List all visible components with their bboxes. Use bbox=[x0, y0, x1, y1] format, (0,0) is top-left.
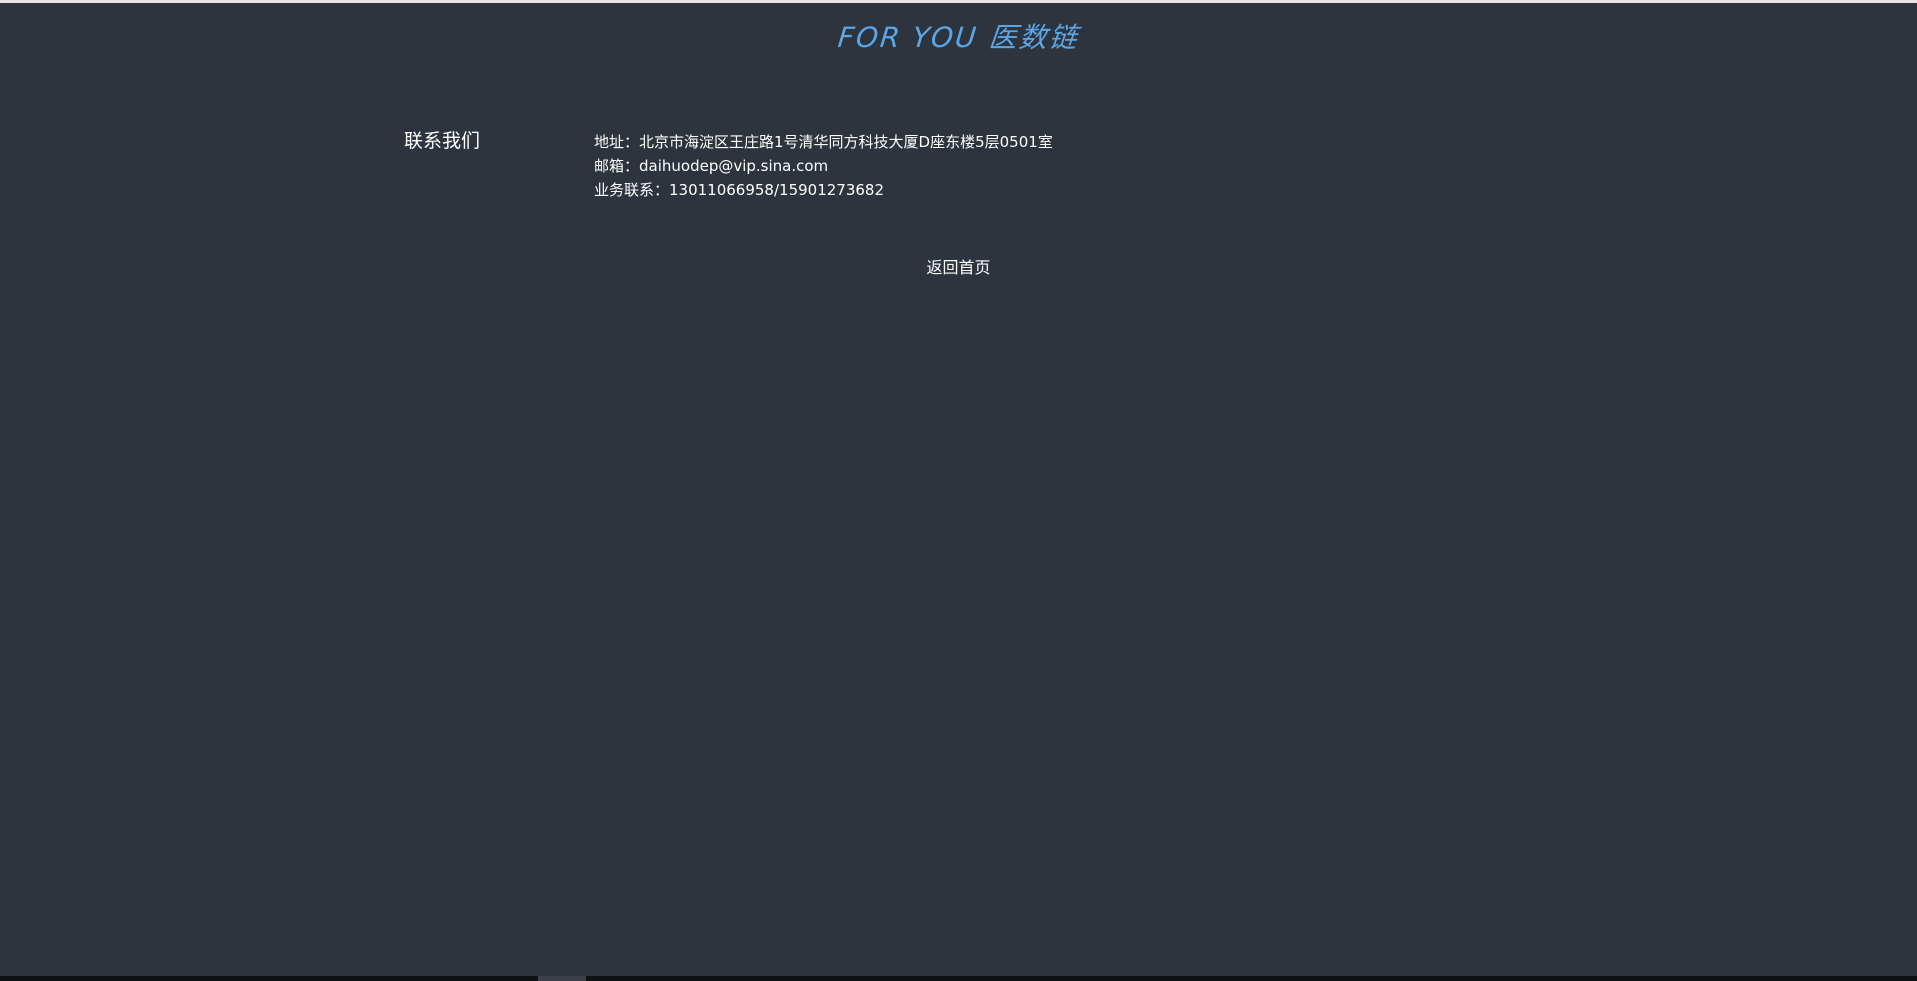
contact-address: 地址：北京市海淀区王庄路1号清华同方科技大厦D座东楼5层0501室 bbox=[594, 133, 1053, 151]
site-logo: FOR YOU 医数链 bbox=[0, 20, 1917, 56]
scrollbar-thumb[interactable] bbox=[538, 976, 586, 981]
logo-english-text: FOR YOU bbox=[835, 21, 980, 54]
contact-email: 邮箱：daihuodep@vip.sina.com bbox=[594, 157, 829, 175]
back-home-link[interactable]: 返回首页 bbox=[926, 258, 990, 277]
back-home-container: 返回首页 bbox=[0, 256, 1917, 280]
contact-details: 地址：北京市海淀区王庄路1号清华同方科技大厦D座东楼5层0501室 邮箱：dai… bbox=[594, 130, 1053, 202]
contact-phone: 业务联系：13011066958/15901273682 bbox=[594, 181, 885, 199]
contact-section-title: 联系我们 bbox=[404, 130, 481, 152]
logo-chinese-text: 医数链 bbox=[987, 21, 1082, 54]
window-top-edge bbox=[0, 0, 1917, 3]
horizontal-scrollbar[interactable] bbox=[0, 976, 1917, 981]
